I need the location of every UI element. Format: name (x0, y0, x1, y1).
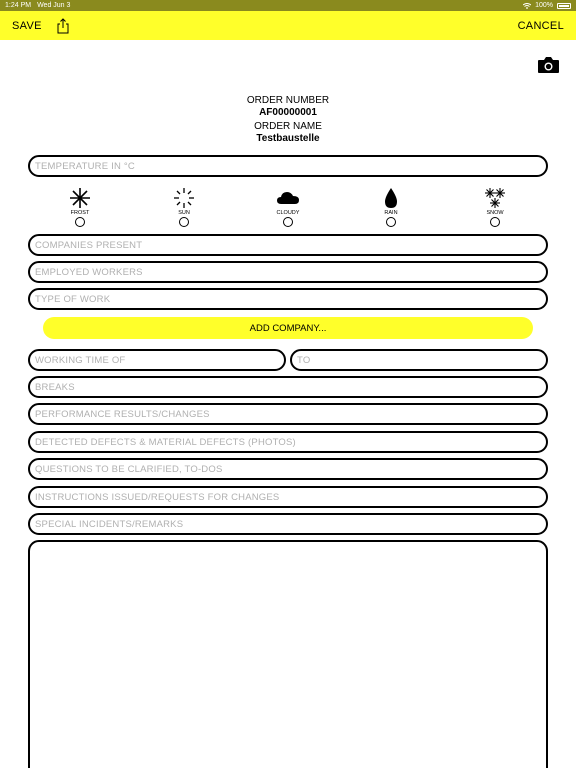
weather-radio-frost[interactable] (75, 217, 85, 227)
temperature-input[interactable]: TEMPERATURE IN °C (28, 155, 548, 177)
instructions-issued-input[interactable]: INSTRUCTIONS ISSUED/REQUESTS FOR CHANGES (28, 486, 548, 508)
weather-option-snow: SNOW (475, 187, 515, 227)
sun-icon (174, 188, 194, 208)
save-button[interactable]: SAVE (12, 20, 42, 32)
breaks-input[interactable]: BREAKS (28, 376, 548, 398)
status-date: Wed Jun 3 (37, 2, 71, 9)
status-right: 100% (523, 2, 571, 9)
frost-icon (70, 188, 90, 208)
questions-todos-input[interactable]: QUESTIONS TO BE CLARIFIED, TO-DOS (28, 458, 548, 480)
weather-option-cloudy: CLOUDY (268, 187, 308, 227)
rain-drop-icon (385, 188, 397, 208)
cloud-icon (277, 192, 299, 204)
working-time-to-input[interactable]: TO (290, 349, 548, 371)
cancel-button[interactable]: CANCEL (518, 20, 564, 32)
order-name-label: ORDER NAME (254, 121, 322, 132)
type-of-work-input[interactable]: TYPE OF WORK (28, 288, 548, 310)
working-time-from-input[interactable]: WORKING TIME OF (28, 349, 286, 371)
share-icon[interactable] (56, 17, 70, 34)
detected-defects-input[interactable]: DETECTED DEFECTS & MATERIAL DEFECTS (PHO… (28, 431, 548, 453)
remarks-textarea[interactable] (28, 540, 548, 768)
weather-selector: FROST SUN CLOUDY RAIN SNOW (0, 187, 576, 229)
weather-label-sun: SUN (178, 210, 190, 216)
companies-present-input[interactable]: COMPANIES PRESENT (28, 234, 548, 256)
weather-label-snow: SNOW (486, 210, 504, 216)
battery-percent: 100% (535, 2, 553, 9)
order-name-value: Testbaustelle (256, 133, 320, 144)
snowflakes-icon (485, 188, 505, 208)
status-bar: 1:24 PM Wed Jun 3 100% (0, 0, 576, 11)
camera-icon[interactable] (537, 55, 560, 74)
add-company-button[interactable]: ADD COMPANY... (43, 317, 533, 339)
weather-label-cloudy: CLOUDY (276, 210, 300, 216)
weather-radio-cloudy[interactable] (283, 217, 293, 227)
weather-radio-rain[interactable] (386, 217, 396, 227)
wifi-icon (523, 2, 532, 9)
order-header: ORDER NUMBER AF00000001 ORDER NAME Testb… (0, 95, 576, 147)
battery-icon (557, 2, 571, 9)
employed-workers-input[interactable]: EMPLOYED WORKERS (28, 261, 548, 283)
performance-results-input[interactable]: PERFORMANCE RESULTS/CHANGES (28, 403, 548, 425)
weather-option-sun: SUN (164, 187, 204, 227)
weather-radio-sun[interactable] (179, 217, 189, 227)
toolbar: SAVE CANCEL (0, 11, 576, 40)
weather-label-frost: FROST (70, 210, 90, 216)
weather-option-frost: FROST (60, 187, 100, 227)
weather-option-rain: RAIN (371, 187, 411, 227)
order-number-label: ORDER NUMBER (246, 95, 330, 106)
weather-label-rain: RAIN (384, 210, 398, 216)
special-incidents-input[interactable]: SPECIAL INCIDENTS/REMARKS (28, 513, 548, 535)
status-time: 1:24 PM (5, 2, 32, 9)
order-number-value: AF00000001 (259, 107, 317, 118)
weather-radio-snow[interactable] (490, 217, 500, 227)
